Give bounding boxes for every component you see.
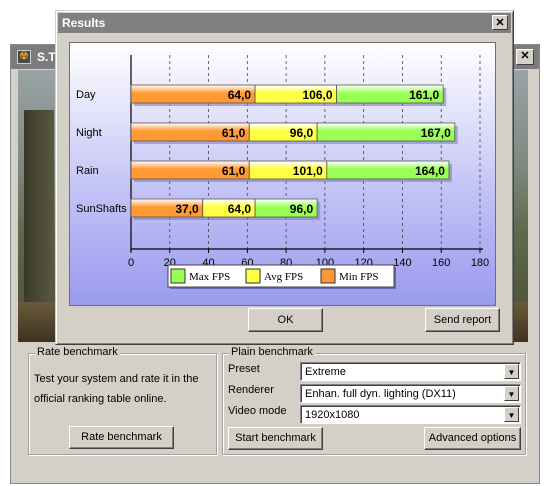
legend-label: Max FPS [189, 271, 230, 283]
legend-swatch [320, 268, 336, 284]
send-report-button[interactable]: Send report [425, 308, 500, 332]
plain-benchmark-group-label: Plain benchmark [229, 346, 315, 358]
rate-benchmark-group-label: Rate benchmark [35, 346, 120, 358]
category-label: Night [76, 127, 102, 139]
preset-select[interactable]: Extreme ▼ [300, 362, 521, 381]
data-label: 167,0 [421, 126, 451, 140]
category-label: Rain [76, 165, 99, 177]
plain-benchmark-group: Plain benchmark Preset Extreme ▼ Rendere… [222, 346, 526, 455]
preset-value: Extreme [305, 366, 346, 378]
results-close-icon[interactable]: ✕ [492, 15, 508, 30]
data-label: 164,0 [415, 164, 445, 178]
legend-swatch [245, 268, 261, 284]
data-label: 61,0 [222, 126, 246, 140]
legend-swatch [170, 268, 186, 284]
x-tick-label: 160 [432, 257, 450, 269]
ok-button[interactable]: OK [248, 308, 323, 332]
results-title-bar: Results ✕ [58, 13, 511, 33]
legend-label: Avg FPS [264, 271, 303, 283]
x-tick-label: 0 [128, 257, 134, 269]
results-dialog: Results ✕ 0 20 40 60 80 100 120 140 160 180 Day 64,… [55, 10, 514, 345]
app-logo-icon: ☢ [17, 50, 31, 64]
fps-chart: 0 20 40 60 80 100 120 140 160 180 Day 64,0 106,0 161,… [69, 42, 496, 306]
category-label: Day [76, 89, 96, 101]
data-label: 64,0 [228, 202, 252, 216]
fps-chart-svg: 0 20 40 60 80 100 120 140 160 180Day 64,0 106,0 161,… [76, 55, 489, 289]
data-label: 96,0 [290, 202, 314, 216]
launcher-close-icon[interactable]: ✕ [516, 49, 534, 65]
video-mode-select[interactable]: 1920x1080 ▼ [300, 405, 521, 424]
chevron-down-icon[interactable]: ▼ [504, 407, 519, 422]
rate-benchmark-button[interactable]: Rate benchmark [69, 426, 174, 449]
preset-label: Preset [228, 363, 260, 375]
data-label: 96,0 [290, 126, 314, 140]
results-title: Results [62, 16, 106, 30]
video-mode-value: 1920x1080 [305, 409, 360, 421]
legend-label: Min FPS [339, 271, 378, 283]
advanced-options-button[interactable]: Advanced options [424, 427, 521, 450]
rate-benchmark-description: Test your system and rate it in the offi… [34, 373, 199, 405]
data-label: 61,0 [222, 164, 246, 178]
chevron-down-icon[interactable]: ▼ [504, 386, 519, 401]
data-label: 37,0 [175, 202, 199, 216]
start-benchmark-button[interactable]: Start benchmark [228, 427, 323, 450]
renderer-select[interactable]: Enhan. full dyn. lighting (DX11) ▼ [300, 384, 521, 403]
x-tick-label: 140 [393, 257, 411, 269]
renderer-value: Enhan. full dyn. lighting (DX11) [305, 388, 456, 400]
video-mode-label: Video mode [228, 405, 287, 417]
x-tick-label: 180 [471, 257, 489, 269]
chevron-down-icon[interactable]: ▼ [504, 364, 519, 379]
renderer-label: Renderer [228, 384, 274, 396]
category-label: SunShafts [76, 203, 127, 215]
data-label: 64,0 [228, 88, 252, 102]
rate-benchmark-group: Rate benchmark Test your system and rate… [28, 346, 217, 455]
data-label: 161,0 [409, 88, 439, 102]
data-label: 101,0 [293, 164, 323, 178]
data-label: 106,0 [302, 88, 332, 102]
